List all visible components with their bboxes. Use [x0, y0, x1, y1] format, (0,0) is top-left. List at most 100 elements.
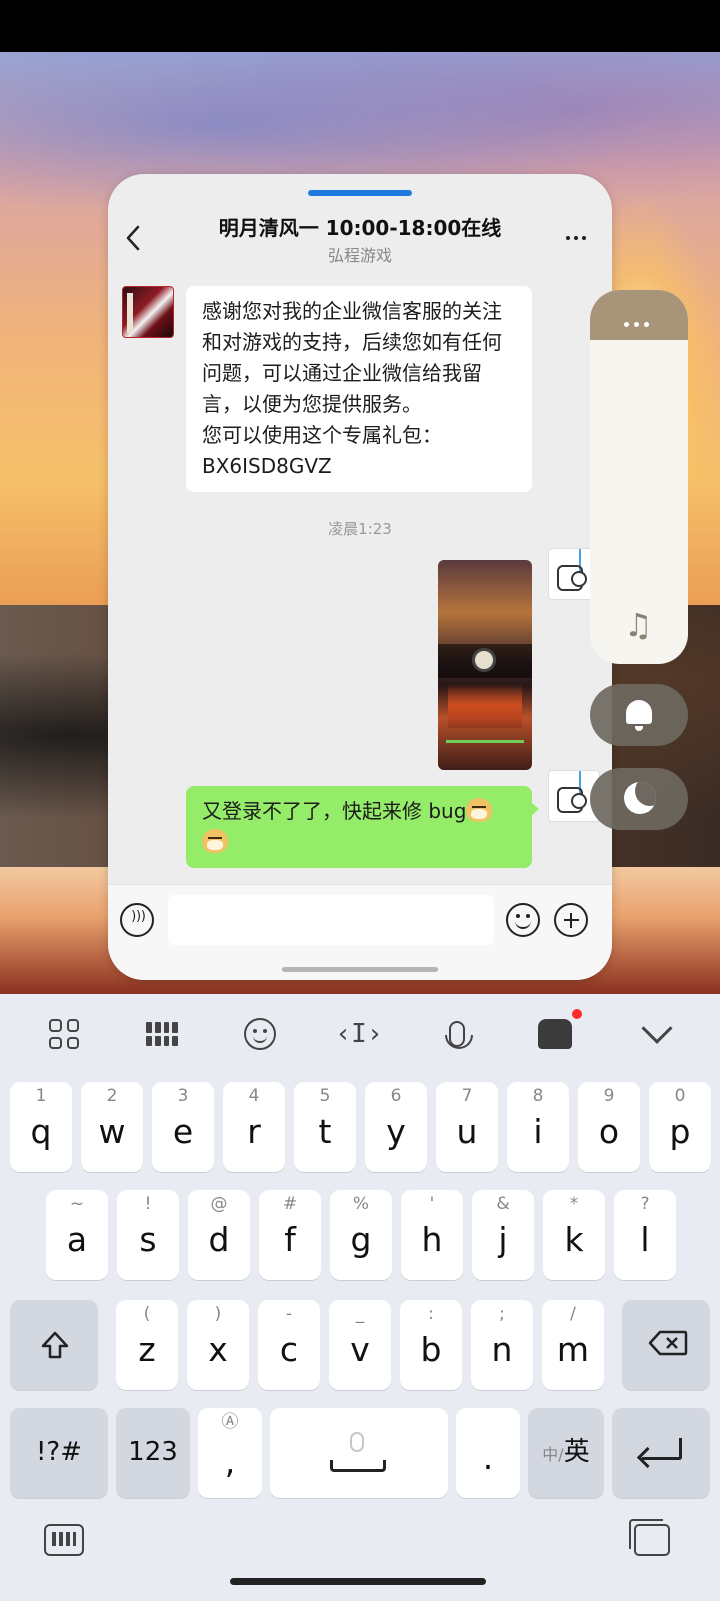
key-a[interactable]: ~ a — [46, 1190, 108, 1280]
incoming-message: 感谢您对我的企业微信客服的关注 和对游戏的支持，后续您如有任何 问题，可以通过企… — [186, 286, 532, 492]
key-f[interactable]: # f — [259, 1190, 321, 1280]
media-panel-header[interactable] — [590, 290, 688, 340]
clipboard-icon[interactable] — [629, 1519, 670, 1556]
doge-emoji-icon — [466, 798, 493, 822]
key-b[interactable]: :b — [400, 1300, 462, 1390]
key-letter-label: s — [139, 1220, 157, 1259]
key-v[interactable]: _ v — [329, 1300, 391, 1390]
keyboard-switch-icon[interactable] — [44, 1524, 84, 1556]
plus-icon[interactable] — [554, 903, 588, 937]
message-input[interactable] — [168, 895, 494, 945]
key-d[interactable]: @ d — [188, 1190, 250, 1280]
message-line: 和对游戏的支持，后续您如有任何 — [202, 330, 502, 354]
more-dots-icon[interactable] — [624, 322, 649, 327]
message-line: 感谢您对我的企业微信客服的关注 — [202, 299, 502, 323]
shift-arrow-icon — [41, 1331, 69, 1359]
space-key[interactable] — [270, 1408, 448, 1498]
cursor-icon[interactable]: ‹I› — [336, 1012, 383, 1056]
key-letter-label: x — [208, 1330, 228, 1369]
voice-icon[interactable] — [120, 903, 154, 937]
key-e[interactable]: 3e — [152, 1082, 214, 1172]
chevron-left-icon[interactable] — [124, 224, 142, 252]
key-letter-label: d — [208, 1220, 230, 1259]
key-hint-label: ' — [429, 1194, 435, 1214]
numbers-key[interactable]: 123 — [116, 1408, 190, 1498]
enter-key[interactable] — [612, 1408, 710, 1498]
key-s[interactable]: ! s — [117, 1190, 179, 1280]
key-u[interactable]: 7u — [436, 1082, 498, 1172]
key-m[interactable]: / m — [542, 1300, 604, 1390]
key-hint-label: * — [569, 1194, 579, 1214]
key-j[interactable]: & j — [472, 1190, 534, 1280]
key-hint-label: - — [285, 1304, 293, 1324]
skin-theme-icon[interactable] — [533, 1009, 582, 1056]
notification-toggle[interactable] — [590, 684, 688, 746]
period-key[interactable]: . — [456, 1408, 520, 1498]
key-letter-label: t — [318, 1112, 332, 1151]
key-hint-label: 1 — [35, 1086, 47, 1106]
key-t[interactable]: 5t — [294, 1082, 356, 1172]
key-hint-label: _ — [355, 1304, 365, 1324]
dark-mode-toggle[interactable] — [590, 768, 688, 830]
key-r[interactable]: 4r — [223, 1082, 285, 1172]
key-hint-label: 3 — [177, 1086, 189, 1106]
key-letter-label: l — [640, 1220, 650, 1259]
comma-key[interactable]: Ⓐ , — [198, 1408, 262, 1498]
key-k[interactable]: * k — [543, 1190, 605, 1280]
key-hint-label: ( — [143, 1304, 151, 1324]
keyboard: ‹I› 1q2w3e4r5t6y7u8i9o0p ~ a! s @ d # f% g ' h & j *… — [0, 994, 720, 1601]
key-hint-label: / — [570, 1304, 576, 1324]
key-hint-label: # — [282, 1194, 298, 1214]
key-letter-label: m — [556, 1330, 590, 1369]
collapse-keyboard-icon[interactable] — [635, 1012, 679, 1056]
key-hint-label: : — [428, 1304, 434, 1324]
key-c[interactable]: -c — [258, 1300, 320, 1390]
emoji-icon[interactable] — [506, 903, 540, 937]
backspace-key[interactable] — [622, 1300, 710, 1390]
key-p[interactable]: 0p — [649, 1082, 711, 1172]
key-letter-label: b — [420, 1330, 442, 1369]
emoji-keyboard-icon[interactable] — [238, 1012, 282, 1056]
key-q[interactable]: 1q — [10, 1082, 72, 1172]
key-o[interactable]: 9o — [578, 1082, 640, 1172]
key-z[interactable]: (z — [116, 1300, 178, 1390]
key-hint-label: @ — [210, 1194, 228, 1214]
keyboard-toolbar: ‹I› — [0, 994, 720, 1074]
key-x[interactable]: ) x — [187, 1300, 249, 1390]
key-letter-label: p — [669, 1112, 691, 1151]
language-switch-key[interactable]: 中/英 — [528, 1408, 604, 1498]
chat-subtitle: 弘程游戏 — [327, 246, 392, 265]
grid-menu-icon[interactable] — [42, 1012, 86, 1056]
microphone-icon[interactable] — [435, 1012, 479, 1056]
key-hint-label: ! — [144, 1194, 152, 1214]
backspace-icon — [648, 1330, 688, 1356]
chat-header: 明月清风一 10:00-18:00在线 弘程游戏 — [108, 198, 612, 266]
key-hint-label: 2 — [106, 1086, 118, 1106]
key-w[interactable]: 2w — [81, 1082, 143, 1172]
language-main-label: 英 — [563, 1437, 590, 1467]
keyboard-layout-icon[interactable] — [140, 1012, 184, 1056]
numbers-key-label: 123 — [128, 1437, 178, 1467]
key-hint-label: 9 — [603, 1086, 615, 1106]
symbols-key[interactable]: !?# — [10, 1408, 108, 1498]
message-line: 问题，可以通过企业微信给我留 — [202, 361, 482, 385]
image-message[interactable] — [438, 560, 532, 770]
shift-key[interactable] — [10, 1300, 98, 1390]
key-letter-label: k — [564, 1220, 584, 1259]
key-g[interactable]: % g — [330, 1190, 392, 1280]
key-letter-label: o — [598, 1112, 620, 1151]
drag-handle[interactable] — [308, 190, 412, 196]
key-h[interactable]: ' h — [401, 1190, 463, 1280]
key-letter-label: n — [491, 1330, 513, 1369]
doge-emoji-icon — [202, 829, 228, 853]
contact-avatar[interactable] — [122, 286, 174, 338]
home-indicator[interactable] — [230, 1578, 486, 1585]
key-letter-label: w — [98, 1112, 126, 1151]
more-dots-icon[interactable] — [562, 228, 590, 248]
key-y[interactable]: 6y — [365, 1082, 427, 1172]
window-resize-handle[interactable] — [282, 967, 438, 972]
key-i[interactable]: 8i — [507, 1082, 569, 1172]
key-l[interactable]: ? l — [614, 1190, 676, 1280]
key-n[interactable]: ; n — [471, 1300, 533, 1390]
music-note-icon[interactable]: ♫ — [624, 606, 653, 644]
